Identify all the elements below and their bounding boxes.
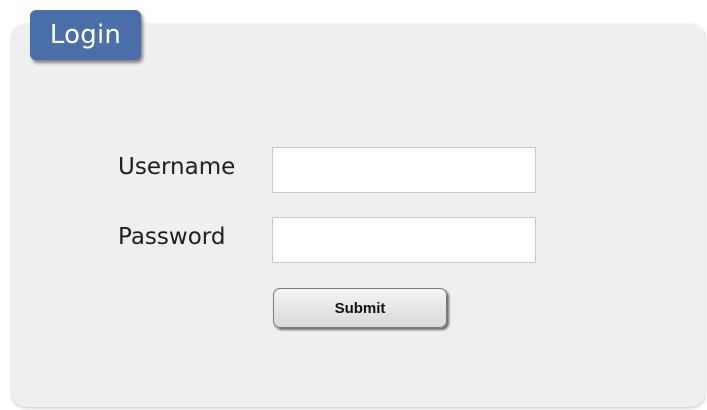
- username-input[interactable]: [272, 147, 536, 193]
- login-tab-title: Login: [30, 10, 141, 60]
- username-label: Username: [118, 154, 236, 180]
- password-label: Password: [118, 224, 226, 250]
- submit-button[interactable]: Submit: [273, 288, 447, 328]
- login-page: Login Username Password Submit: [0, 0, 707, 410]
- login-panel: [12, 24, 705, 407]
- password-input[interactable]: [272, 217, 536, 263]
